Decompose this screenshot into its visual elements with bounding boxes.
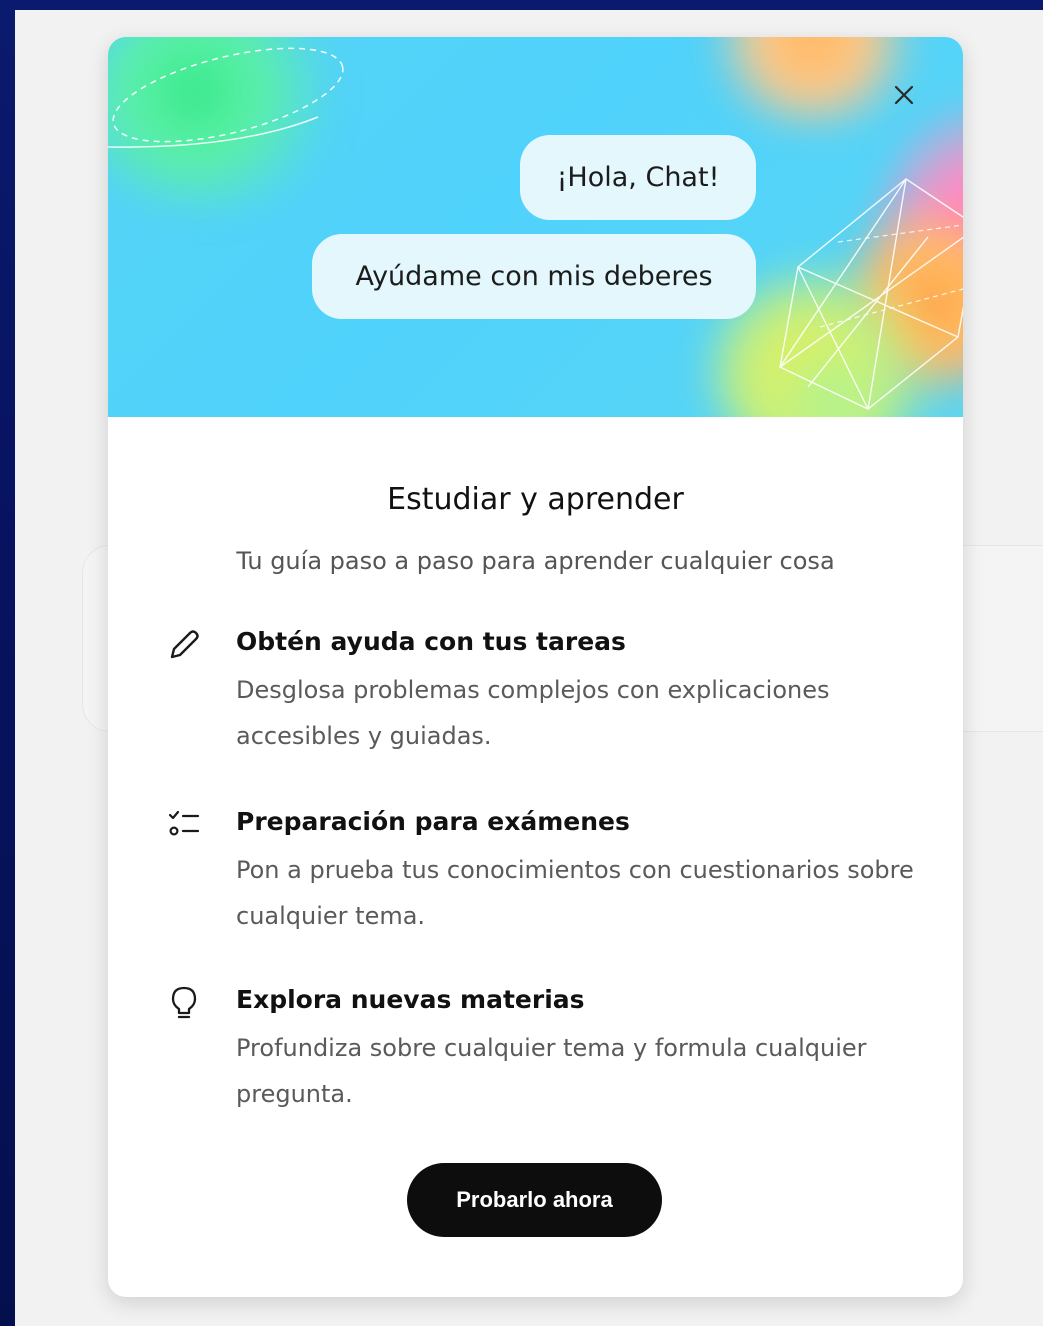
chat-bubble-greeting: ¡Hola, Chat! bbox=[520, 135, 756, 220]
feature-title: Obtén ayuda con tus tareas bbox=[236, 627, 626, 656]
pencil-icon bbox=[170, 630, 199, 659]
feature-description: Desglosa problemas complejos con explica… bbox=[236, 676, 830, 750]
hero-decoration-lines bbox=[108, 47, 963, 410]
close-button[interactable] bbox=[888, 79, 920, 111]
checklist-icon bbox=[168, 810, 200, 836]
feature-title: Preparación para exámenes bbox=[236, 807, 630, 836]
try-now-button[interactable]: Probarlo ahora bbox=[407, 1163, 662, 1237]
chat-bubble-request: Ayúdame con mis deberes bbox=[312, 234, 756, 319]
lightbulb-icon bbox=[171, 986, 197, 1019]
dialog-subtitle: Tu guía paso a paso para aprender cualqu… bbox=[236, 547, 835, 575]
feature-description: Profundiza sobre cualquier tema y formul… bbox=[236, 1034, 867, 1108]
dialog-title: Estudiar y aprender bbox=[387, 482, 684, 517]
feature-description: Pon a prueba tus conocimientos con cuest… bbox=[236, 856, 914, 930]
study-mode-dialog: ¡Hola, Chat! Ayúdame con mis deberes Est… bbox=[108, 37, 963, 1297]
hero-banner: ¡Hola, Chat! Ayúdame con mis deberes bbox=[108, 37, 963, 417]
close-icon bbox=[894, 85, 914, 105]
feature-title: Explora nuevas materias bbox=[236, 985, 585, 1014]
